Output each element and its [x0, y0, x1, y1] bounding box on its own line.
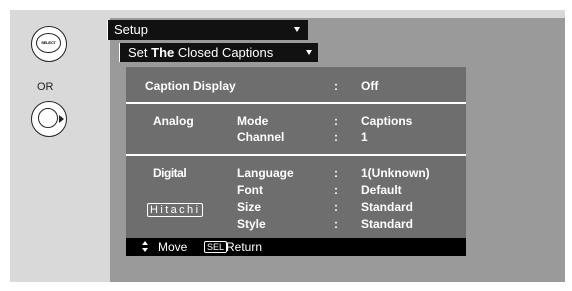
- submenu-suffix: Closed Captions: [174, 45, 274, 60]
- select-button-label: SELECT: [36, 33, 61, 53]
- analog-mode-label[interactable]: Mode: [237, 114, 268, 128]
- chevron-down-icon: [294, 27, 300, 32]
- hitachi-logo: Hitachi: [147, 203, 204, 217]
- or-label: OR: [37, 81, 54, 93]
- setup-menu-label: Setup: [114, 22, 148, 37]
- analog-channel-separator: :: [334, 130, 338, 144]
- caption-display-label[interactable]: Caption Display: [145, 79, 236, 93]
- closed-captions-submenu-tab[interactable]: Set The Closed Captions: [119, 43, 318, 62]
- cursor-ring-icon: [38, 108, 58, 128]
- digital-font-separator: :: [334, 183, 338, 197]
- submenu-prefix: Set: [128, 45, 152, 60]
- setup-menu-tab[interactable]: Setup: [107, 20, 308, 40]
- digital-style-label[interactable]: Style: [237, 217, 266, 231]
- digital-size-value[interactable]: Standard: [361, 200, 413, 214]
- cursor-right-button-icon: [31, 101, 67, 137]
- analog-mode-separator: :: [334, 114, 338, 128]
- arrow-right-icon: [59, 115, 64, 123]
- closed-captions-panel: Caption Display : Off Analog Mode : Capt…: [126, 67, 466, 256]
- digital-size-label[interactable]: Size: [237, 200, 261, 214]
- analog-mode-value[interactable]: Captions: [361, 114, 412, 128]
- move-hint-label: Move: [158, 240, 188, 254]
- digital-language-separator: :: [334, 166, 338, 180]
- digital-language-label[interactable]: Language: [237, 166, 294, 180]
- analog-channel-value[interactable]: 1: [361, 130, 368, 144]
- divider: [126, 102, 466, 104]
- digital-style-value[interactable]: Standard: [361, 217, 413, 231]
- caption-display-value[interactable]: Off: [361, 79, 378, 93]
- digital-font-value[interactable]: Default: [361, 183, 402, 197]
- up-down-arrows-icon: [142, 241, 149, 253]
- return-hint-label: Return: [226, 240, 263, 254]
- help-bar: Move SEL Return: [126, 238, 466, 256]
- digital-style-separator: :: [334, 217, 338, 231]
- divider: [126, 154, 466, 156]
- digital-language-value[interactable]: 1(Unknown): [361, 166, 430, 180]
- digital-font-label[interactable]: Font: [237, 183, 263, 197]
- chevron-down-icon: [306, 50, 312, 55]
- submenu-bold-word: The: [151, 45, 175, 60]
- analog-channel-label[interactable]: Channel: [237, 130, 284, 144]
- caption-display-separator: :: [334, 79, 338, 93]
- digital-section-label: Digital: [153, 166, 187, 180]
- sel-button-icon: SEL: [204, 241, 228, 253]
- digital-size-separator: :: [334, 200, 338, 214]
- select-button-icon: SELECT: [31, 26, 67, 62]
- analog-section-label: Analog: [153, 114, 194, 128]
